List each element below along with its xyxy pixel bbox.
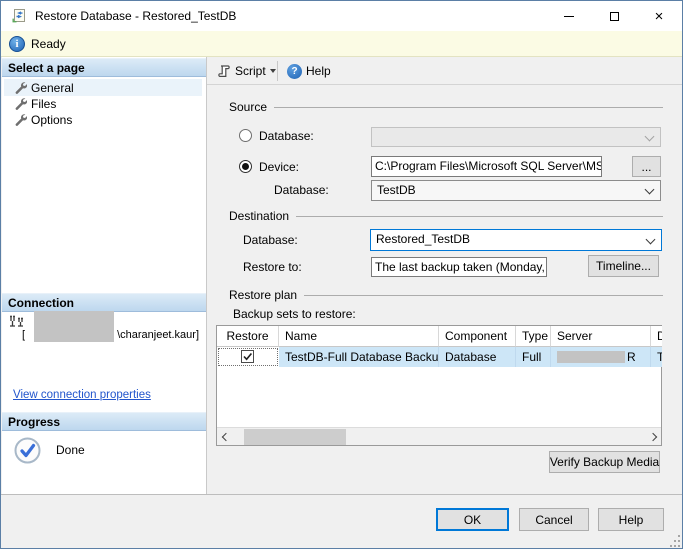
- status-strip: i Ready: [1, 31, 682, 57]
- view-connection-properties-link[interactable]: View connection properties: [13, 389, 151, 401]
- wrench-icon: [14, 97, 27, 110]
- scroll-left-button[interactable]: [217, 428, 234, 446]
- done-check-icon: [14, 437, 41, 464]
- script-dropdown-icon: [270, 69, 276, 73]
- source-legend: Source: [229, 100, 267, 114]
- backup-sets-label: Backup sets to restore:: [233, 307, 356, 321]
- status-text: Ready: [31, 37, 66, 51]
- server-redaction: [557, 351, 625, 363]
- source-database-radio[interactable]: [239, 129, 252, 142]
- backup-sets-table[interactable]: Restore Name Component Type Server D Tes…: [216, 325, 662, 446]
- chevron-down-icon: [645, 185, 655, 195]
- sidebar-item-label: Files: [31, 97, 56, 111]
- ok-button[interactable]: OK: [436, 508, 509, 531]
- wrench-icon: [14, 81, 27, 94]
- window-title: Restore Database - Restored_TestDB: [35, 9, 236, 23]
- sidebar-item-general[interactable]: General: [4, 79, 202, 96]
- minimize-icon: [564, 16, 574, 17]
- help-label: Help: [306, 64, 331, 78]
- wrench-icon: [14, 113, 27, 126]
- scrollbar-thumb[interactable]: [244, 429, 346, 445]
- col-header-database[interactable]: D: [651, 326, 662, 347]
- source-device-radio[interactable]: [239, 160, 252, 173]
- toolbar-separator: [277, 61, 278, 81]
- chevron-down-icon: [646, 235, 656, 245]
- destination-legend: Destination: [229, 209, 289, 223]
- sidebar: Select a page General Files Options Conn…: [2, 57, 206, 494]
- connection-user: [ \charanjeet.kaur]: [22, 329, 199, 341]
- source-group: Source: [229, 100, 663, 114]
- script-label: Script: [235, 64, 266, 78]
- progress-header: Progress: [2, 412, 206, 431]
- scroll-right-button[interactable]: [644, 428, 661, 446]
- verify-backup-media-button[interactable]: Verify Backup Media: [549, 451, 660, 473]
- restore-to-field[interactable]: The last backup taken (Monday, M: [371, 257, 547, 277]
- restore-plan-group: Restore plan: [229, 288, 663, 302]
- col-header-restore[interactable]: Restore: [217, 326, 279, 347]
- source-db-value: TestDB: [377, 183, 416, 197]
- connection-user-prefix: [: [22, 329, 25, 341]
- horizontal-scrollbar[interactable]: [217, 427, 661, 445]
- chevron-down-icon: [645, 132, 655, 142]
- select-a-page-header: Select a page: [2, 58, 206, 77]
- destination-database-label: Database:: [243, 233, 298, 247]
- chevron-right-icon: [648, 433, 656, 441]
- sidebar-divider: [206, 57, 207, 494]
- sidebar-item-options[interactable]: Options: [4, 111, 202, 128]
- help-icon: ?: [287, 64, 302, 79]
- table-row-name-cell[interactable]: TestDB-Full Database Backup: [279, 347, 439, 367]
- timeline-button[interactable]: Timeline...: [588, 255, 659, 277]
- destination-group: Destination: [229, 209, 663, 223]
- check-icon: [242, 351, 253, 362]
- table-row-server-cell[interactable]: R: [551, 347, 651, 367]
- restore-checkbox[interactable]: [241, 350, 254, 363]
- sidebar-item-label: Options: [31, 113, 72, 127]
- browse-button[interactable]: ...: [632, 156, 661, 177]
- source-db-label: Database:: [274, 183, 329, 197]
- script-button[interactable]: Script: [213, 60, 280, 82]
- cancel-button[interactable]: Cancel: [519, 508, 589, 531]
- table-row-type-cell[interactable]: Full: [516, 347, 551, 367]
- script-icon: [217, 64, 231, 79]
- sidebar-item-label: General: [31, 81, 74, 95]
- progress-status: Done: [56, 443, 85, 457]
- connection-user-suffix: \charanjeet.kaur]: [117, 329, 199, 341]
- maximize-icon: [610, 12, 619, 21]
- restore-database-dialog: Restore Database - Restored_TestDB × i R…: [0, 0, 683, 549]
- resize-grip[interactable]: [669, 535, 681, 547]
- chevron-left-icon: [221, 433, 229, 441]
- table-row-database-cell[interactable]: T: [651, 347, 662, 367]
- device-path-field[interactable]: C:\Program Files\Microsoft SQL Server\MS…: [371, 156, 602, 177]
- connection-header: Connection: [2, 293, 206, 312]
- maximize-button[interactable]: [598, 1, 630, 31]
- restore-plan-legend: Restore plan: [229, 288, 297, 302]
- source-database-combo: [371, 127, 661, 147]
- minimize-button[interactable]: [553, 1, 585, 31]
- help-button[interactable]: ? Help: [283, 60, 335, 82]
- sidebar-item-files[interactable]: Files: [4, 95, 202, 112]
- source-db-value-combo[interactable]: TestDB: [371, 180, 661, 201]
- titlebar: Restore Database - Restored_TestDB ×: [1, 1, 682, 31]
- toolbar: Script ? Help: [207, 57, 683, 85]
- info-icon: i: [9, 36, 25, 52]
- server-visible-text: R: [627, 350, 636, 364]
- source-database-radio-label: Database:: [259, 129, 314, 143]
- col-header-type[interactable]: Type: [516, 326, 551, 347]
- col-header-name[interactable]: Name: [279, 326, 439, 347]
- footer-bar: OK Cancel Help: [1, 494, 683, 549]
- col-header-component[interactable]: Component: [439, 326, 516, 347]
- close-button[interactable]: ×: [643, 1, 675, 31]
- col-header-server[interactable]: Server: [551, 326, 651, 347]
- table-row-component-cell[interactable]: Database: [439, 347, 516, 367]
- help-button-footer[interactable]: Help: [598, 508, 664, 531]
- destination-database-combo[interactable]: Restored_TestDB: [370, 229, 662, 251]
- table-row-restore-cell[interactable]: [217, 347, 279, 367]
- restore-to-label: Restore to:: [243, 260, 302, 274]
- close-icon: ×: [655, 9, 664, 24]
- source-device-radio-label: Device:: [259, 160, 299, 174]
- restore-database-icon: [11, 8, 27, 24]
- destination-database-value: Restored_TestDB: [376, 232, 470, 246]
